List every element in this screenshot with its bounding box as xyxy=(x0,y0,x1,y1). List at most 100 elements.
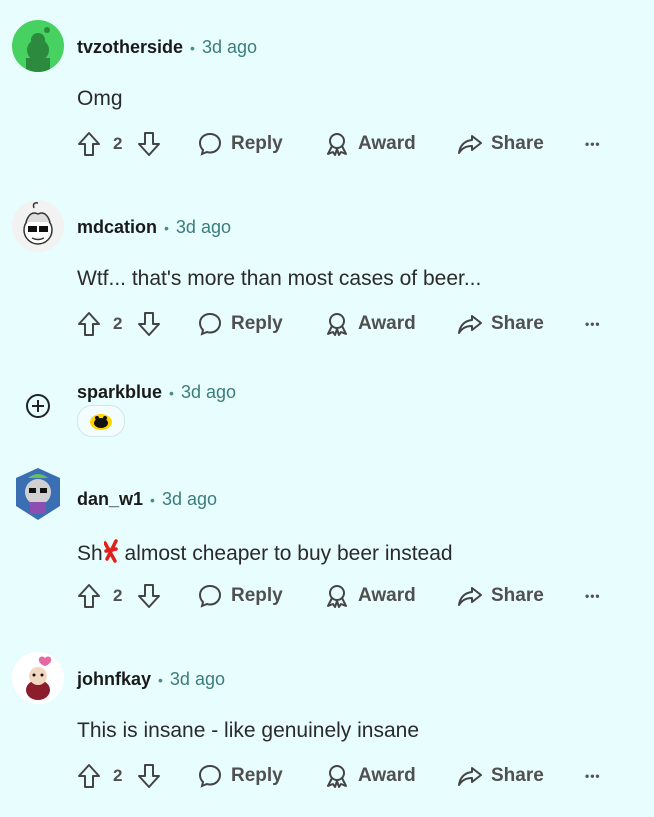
award-label: Award xyxy=(358,585,416,606)
share-icon xyxy=(458,587,482,606)
downvote-icon xyxy=(138,132,160,156)
upvote-icon xyxy=(78,132,100,156)
share-label: Share xyxy=(491,585,544,606)
avatar[interactable] xyxy=(12,468,64,520)
more-options-button[interactable]: ••• xyxy=(585,129,601,159)
award-button[interactable]: Award xyxy=(324,581,416,611)
share-button[interactable]: Share xyxy=(457,309,544,339)
user-avatar-icon xyxy=(16,468,60,520)
author-name[interactable]: johnfkay xyxy=(77,669,151,690)
upvote-icon xyxy=(78,312,100,336)
reply-label: Reply xyxy=(231,133,283,154)
comment-text: Sh almost cheaper to buy beer instead xyxy=(77,539,453,566)
comment-text: This is insane - like genuinely insane xyxy=(77,719,420,742)
upvote-icon xyxy=(78,584,100,608)
scribble-mark xyxy=(102,539,118,563)
author-name[interactable]: tvzotherside xyxy=(77,37,183,58)
separator-dot: • xyxy=(150,492,155,508)
downvote-button[interactable] xyxy=(137,581,161,611)
downvote-button[interactable] xyxy=(137,309,161,339)
comment-meta: sparkblue • 3d ago xyxy=(77,382,236,403)
emoji-attachment[interactable] xyxy=(77,405,125,437)
more-options-button[interactable]: ••• xyxy=(585,309,601,339)
share-label: Share xyxy=(491,765,544,786)
vote-count: 2 xyxy=(113,766,123,785)
upvote-icon xyxy=(78,764,100,788)
author-name[interactable]: sparkblue xyxy=(77,382,162,403)
comment-meta: johnfkay • 3d ago xyxy=(77,669,225,690)
user-avatar-icon xyxy=(23,202,53,245)
comment-bubble-icon xyxy=(198,132,222,156)
vote-count: 2 xyxy=(113,314,123,333)
award-icon xyxy=(327,585,347,608)
timestamp[interactable]: 3d ago xyxy=(176,217,231,238)
upvote-button[interactable] xyxy=(77,761,101,791)
author-name[interactable]: dan_w1 xyxy=(77,489,143,510)
reply-label: Reply xyxy=(231,585,283,606)
share-icon xyxy=(458,315,482,334)
downvote-icon xyxy=(138,312,160,336)
author-name[interactable]: mdcation xyxy=(77,217,157,238)
comment-text: Wtf... that's more than most cases of be… xyxy=(77,267,482,290)
comment-bubble-icon xyxy=(198,312,222,336)
downvote-button[interactable] xyxy=(137,761,161,791)
comment-meta: tvzotherside • 3d ago xyxy=(77,37,257,58)
timestamp[interactable]: 3d ago xyxy=(181,382,236,403)
reply-button[interactable]: Reply xyxy=(197,129,283,159)
award-button[interactable]: Award xyxy=(324,761,416,791)
comment-meta: mdcation • 3d ago xyxy=(77,217,231,238)
vote-count: 2 xyxy=(113,586,123,605)
award-label: Award xyxy=(358,133,416,154)
plus-circle-icon xyxy=(26,394,50,418)
downvote-icon xyxy=(138,584,160,608)
reply-button[interactable]: Reply xyxy=(197,309,283,339)
timestamp[interactable]: 3d ago xyxy=(162,489,217,510)
avatar[interactable] xyxy=(12,200,64,252)
text-prefix: Sh xyxy=(77,542,103,565)
avatar[interactable] xyxy=(12,20,64,72)
timestamp[interactable]: 3d ago xyxy=(170,669,225,690)
reply-button[interactable]: Reply xyxy=(197,761,283,791)
more-options-button[interactable]: ••• xyxy=(585,581,601,611)
share-icon xyxy=(458,767,482,786)
award-label: Award xyxy=(358,765,416,786)
emoji-icon xyxy=(90,414,112,430)
upvote-button[interactable] xyxy=(77,129,101,159)
share-icon xyxy=(458,135,482,154)
comment-bubble-icon xyxy=(198,584,222,608)
award-icon xyxy=(327,133,347,156)
comment-text: Omg xyxy=(77,87,123,110)
snoo-icon xyxy=(26,27,50,72)
award-button[interactable]: Award xyxy=(324,129,416,159)
downvote-button[interactable] xyxy=(137,129,161,159)
timestamp[interactable]: 3d ago xyxy=(202,37,257,58)
reply-label: Reply xyxy=(231,765,283,786)
separator-dot: • xyxy=(190,40,195,56)
vote-count: 2 xyxy=(113,134,123,153)
text-rest: almost cheaper to buy beer instead xyxy=(124,542,453,565)
more-options-button[interactable]: ••• xyxy=(585,761,601,791)
upvote-button[interactable] xyxy=(77,581,101,611)
share-button[interactable]: Share xyxy=(457,129,544,159)
comment-bubble-icon xyxy=(198,764,222,788)
award-button[interactable]: Award xyxy=(324,309,416,339)
award-label: Award xyxy=(358,313,416,334)
reply-button[interactable]: Reply xyxy=(197,581,283,611)
award-icon xyxy=(327,313,347,336)
upvote-button[interactable] xyxy=(77,309,101,339)
share-label: Share xyxy=(491,313,544,334)
share-button[interactable]: Share xyxy=(457,761,544,791)
expand-thread-button[interactable] xyxy=(25,393,51,419)
reply-label: Reply xyxy=(231,313,283,334)
red-scribble-icon xyxy=(102,539,118,563)
separator-dot: • xyxy=(158,672,163,688)
downvote-icon xyxy=(138,764,160,788)
separator-dot: • xyxy=(164,220,169,236)
avatar[interactable] xyxy=(12,652,64,704)
share-label: Share xyxy=(491,133,544,154)
separator-dot: • xyxy=(169,385,174,401)
comment-meta: dan_w1 • 3d ago xyxy=(77,489,217,510)
award-icon xyxy=(327,765,347,788)
share-button[interactable]: Share xyxy=(457,581,544,611)
user-avatar-icon xyxy=(12,652,64,704)
